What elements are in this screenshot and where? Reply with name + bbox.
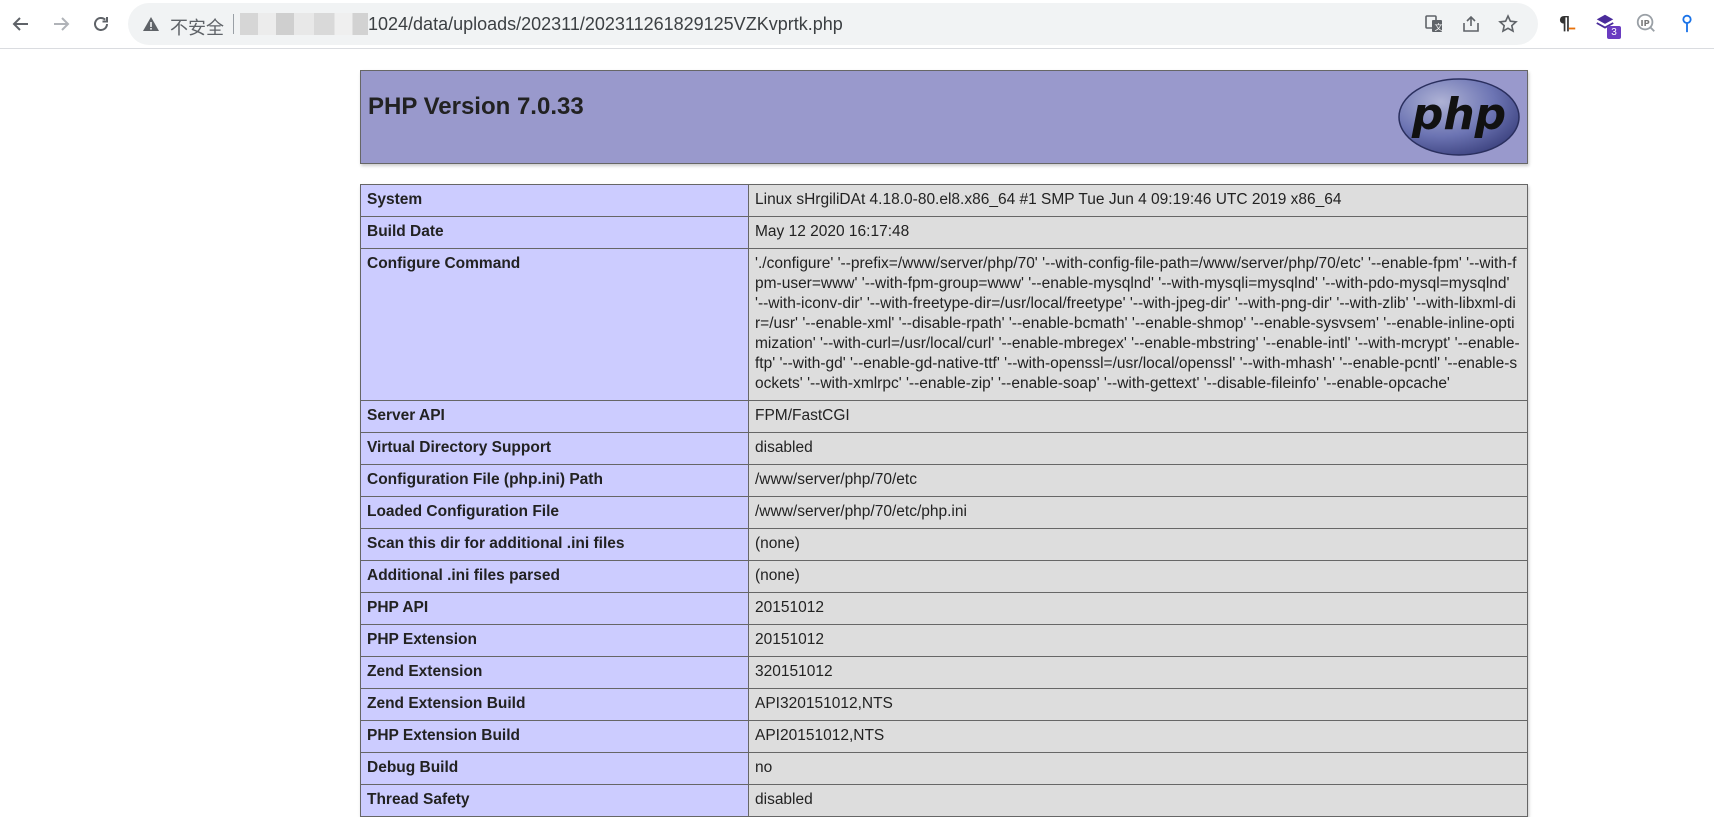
table-row: System Linux sHrgiliDAt 4.18.0-80.el8.x86…	[360, 184, 1528, 217]
svg-text:文: 文	[1435, 22, 1443, 32]
table-row: Scan this dir for additional .ini files(…	[360, 528, 1528, 561]
row-key: PHP Extension Build	[360, 720, 749, 753]
row-key: Debug Build	[360, 752, 749, 785]
row-value: './configure' '--prefix=/www/server/php/…	[748, 248, 1528, 401]
share-icon[interactable]	[1461, 14, 1481, 34]
row-key: Thread Safety	[360, 784, 749, 817]
redacted-host	[240, 13, 368, 35]
row-value: no	[748, 752, 1528, 785]
row-value: Linux sHrgiliDAt 4.18.0-80.el8.x86_64 #1…	[748, 184, 1528, 217]
row-value: API20151012,NTS	[748, 720, 1528, 753]
pilcrow-icon[interactable]: ¶	[1555, 11, 1579, 35]
reload-icon	[94, 17, 108, 31]
row-value: May 12 2020 16:17:48	[748, 216, 1528, 249]
table-row: PHP API 20151012	[360, 592, 1528, 625]
row-value: 20151012	[748, 592, 1528, 625]
row-value: 20151012	[748, 624, 1528, 657]
table-row: Zend Extension Build API320151012,NTS	[360, 688, 1528, 721]
table-row: Configuration File (php.ini) Path/www/se…	[360, 464, 1528, 497]
php-logo-icon[interactable]: php	[1397, 77, 1521, 157]
row-key: Additional .ini files parsed	[360, 560, 749, 593]
row-value: FPM/FastCGI	[748, 400, 1528, 433]
table-row: Configure Command './configure' '--prefix…	[360, 248, 1528, 401]
reload-button[interactable]	[86, 9, 116, 39]
translate-icon[interactable]: 文	[1424, 14, 1444, 34]
row-key: Virtual Directory Support	[360, 432, 749, 465]
row-value: (none)	[748, 560, 1528, 593]
browser-toolbar: 不安全 1024/data/uploads/202311/20231126182…	[0, 0, 1714, 49]
row-key: PHP Extension	[360, 624, 749, 657]
row-value: disabled	[748, 784, 1528, 817]
info-table: System Linux sHrgiliDAt 4.18.0-80.el8.x86…	[360, 184, 1528, 817]
table-row: Loaded Configuration File/www/server/php…	[360, 496, 1528, 529]
table-row: Zend Extension 320151012	[360, 656, 1528, 689]
row-value: disabled	[748, 432, 1528, 465]
ip-icon[interactable]: IP	[1634, 11, 1658, 35]
row-key: Scan this dir for additional .ini files	[360, 528, 749, 561]
address-bar[interactable]: 不安全 1024/data/uploads/202311/20231126182…	[128, 3, 1538, 45]
table-row: Thread Safety disabled	[360, 784, 1528, 817]
url-text[interactable]: 1024/data/uploads/202311/202311261829125…	[368, 14, 843, 35]
row-value: /www/server/php/70/etc	[748, 464, 1528, 497]
row-value: API320151012,NTS	[748, 688, 1528, 721]
row-key: System	[360, 184, 749, 217]
row-key: Loaded Configuration File	[360, 496, 749, 529]
table-row: PHP Extension 20151012	[360, 624, 1528, 657]
row-key: PHP API	[360, 592, 749, 625]
row-key: Server API	[360, 400, 749, 433]
back-arrow-icon	[12, 17, 28, 31]
pin-icon[interactable]	[1675, 11, 1699, 35]
php-header: PHP Version 7.0.33 php	[360, 70, 1528, 164]
table-row: Server API FPM/FastCGI	[360, 400, 1528, 433]
back-button[interactable]	[6, 9, 36, 39]
row-key: Configuration File (php.ini) Path	[360, 464, 749, 497]
warning-icon	[143, 17, 159, 31]
svg-text:¶: ¶	[1559, 13, 1571, 34]
star-icon[interactable]	[1498, 14, 1518, 34]
table-row: Additional .ini files parsed (none)	[360, 560, 1528, 593]
table-row: PHP Extension Build API20151012,NTS	[360, 720, 1528, 753]
svg-text:IP: IP	[1641, 18, 1650, 28]
table-row: Debug Build no	[360, 752, 1528, 785]
row-key: Zend Extension	[360, 656, 749, 689]
table-row: Build Date May 12 2020 16:17:48	[360, 216, 1528, 249]
row-value: /www/server/php/70/etc/php.ini	[748, 496, 1528, 529]
table-row: Virtual Directory Support disabled	[360, 432, 1528, 465]
forward-arrow-icon	[54, 17, 70, 31]
page-title: PHP Version 7.0.33	[368, 93, 584, 120]
forward-button[interactable]	[46, 9, 76, 39]
phpinfo-container: PHP Version 7.0.33 php System Linux sHrgi…	[360, 70, 1528, 817]
row-key: Zend Extension Build	[360, 688, 749, 721]
extension-badge: 3	[1607, 26, 1621, 39]
divider	[233, 14, 234, 34]
row-key: Build Date	[360, 216, 749, 249]
row-key: Configure Command	[360, 248, 749, 401]
row-value: (none)	[748, 528, 1528, 561]
row-value: 320151012	[748, 656, 1528, 689]
insecure-label[interactable]: 不安全	[170, 14, 224, 40]
php-logo-text: php	[1411, 89, 1506, 140]
